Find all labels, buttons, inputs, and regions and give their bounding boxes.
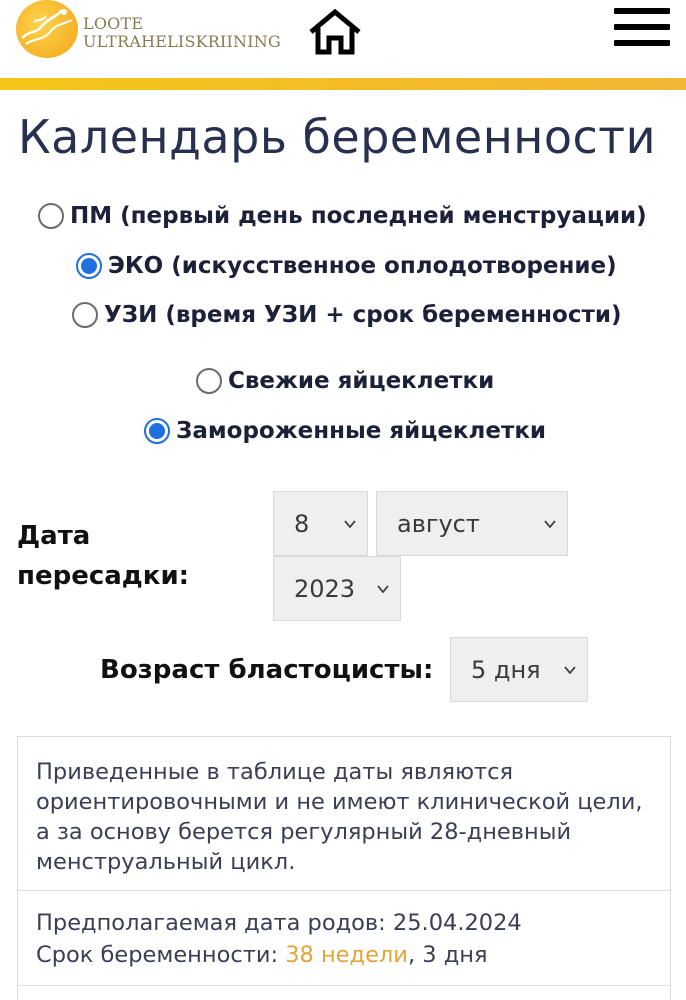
radio-button[interactable] [72, 302, 98, 328]
due-date-row: Предполагаемая дата родов: 25.04.2024 [36, 907, 522, 939]
radio-option-uzi[interactable]: УЗИ (время УЗИ + срок беременности) [72, 302, 621, 328]
transfer-date-label: Дата пересадки: [17, 516, 189, 596]
radio-option-pm[interactable]: ПМ (первый день последней менструации) [38, 203, 647, 229]
chevron-down-icon [544, 519, 556, 528]
month-select-value: август [397, 509, 480, 538]
chevron-down-icon [377, 584, 389, 593]
transfer-date-label-line1: Дата [17, 521, 91, 551]
radio-option-frozen-eggs[interactable]: Замороженные яйцеклетки [144, 418, 546, 444]
year-select[interactable]: 2023 [273, 556, 401, 621]
site-header: LOOTE ULTRAHELISKRIINING [0, 0, 686, 78]
disclaimer-text: Приведенные в таблице даты являются орие… [36, 759, 643, 875]
day-select[interactable]: 8 [273, 491, 368, 556]
radio-button[interactable] [144, 418, 170, 444]
radio-label: УЗИ (время УЗИ + срок беременности) [104, 302, 622, 328]
term-label: Срок беременности: [36, 942, 279, 968]
header-accent-bar [0, 78, 686, 90]
menu-icon[interactable] [612, 8, 672, 48]
logo-emblem [16, 0, 78, 58]
term-weeks-link[interactable]: 38 недели [285, 942, 408, 968]
month-select[interactable]: август [376, 491, 568, 556]
blastocyst-age-value: 5 дня [471, 655, 541, 684]
results-summary: Предполагаемая дата родов: 25.04.2024 Ср… [36, 907, 522, 971]
radio-button[interactable] [196, 368, 222, 394]
blastocyst-age-select[interactable]: 5 дня [450, 637, 588, 702]
radio-label: Свежие яйцеклетки [228, 368, 495, 394]
blastocyst-age-label: Возраст бластоцисты: [100, 655, 434, 685]
radio-button[interactable] [76, 253, 102, 279]
chevron-down-icon [344, 519, 356, 528]
radio-option-fresh-eggs[interactable]: Свежие яйцеклетки [196, 368, 494, 394]
radio-label: ЭКО (искусственное оплодотворение) [108, 253, 617, 279]
logo-text-line1: LOOTE [83, 14, 144, 33]
term-row: Срок беременности: 38 недели, 3 дня [36, 939, 522, 971]
due-date-value: 25.04.2024 [392, 910, 522, 936]
results-box: Приведенные в таблице даты являются орие… [17, 736, 671, 1000]
radio-label: ПМ (первый день последней менструации) [70, 203, 647, 229]
transfer-date-label-line2: пересадки: [17, 561, 190, 591]
divider [18, 890, 670, 891]
site-logo[interactable]: LOOTE ULTRAHELISKRIINING [16, 0, 286, 60]
chevron-down-icon [564, 665, 576, 674]
term-days: 3 дня [422, 942, 488, 968]
page-title: Календарь беременности [18, 110, 656, 164]
day-select-value: 8 [294, 509, 310, 538]
due-date-label: Предполагаемая дата родов: [36, 910, 386, 936]
radio-option-eko[interactable]: ЭКО (искусственное оплодотворение) [76, 253, 617, 279]
home-icon[interactable] [307, 8, 363, 56]
term-separator: , [407, 942, 416, 968]
logo-text-line2: ULTRAHELISKRIINING [83, 32, 281, 51]
divider [18, 985, 670, 986]
radio-button[interactable] [38, 203, 64, 229]
radio-label: Замороженные яйцеклетки [176, 418, 547, 444]
year-select-value: 2023 [294, 574, 356, 603]
